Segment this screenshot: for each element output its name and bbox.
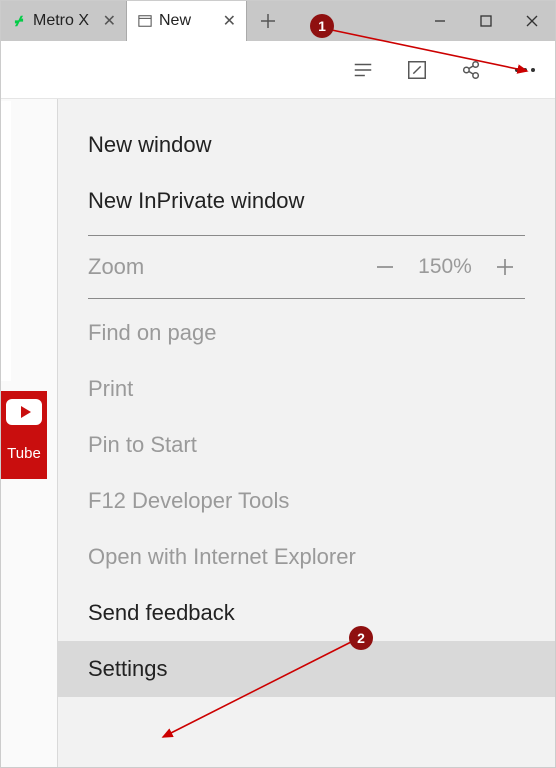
annotation-badge-1: 1	[310, 14, 334, 38]
titlebar: Metro X ✕ New ✕	[1, 1, 555, 41]
zoom-in-button[interactable]	[485, 255, 525, 279]
zoom-value: 150%	[405, 255, 485, 279]
deviantart-icon	[11, 13, 27, 29]
tab-inactive[interactable]: Metro X ✕	[1, 1, 127, 41]
menu-print[interactable]: Print	[58, 361, 555, 417]
close-window-button[interactable]	[509, 1, 555, 41]
menu-new-inprivate[interactable]: New InPrivate window	[58, 173, 555, 229]
toolbar	[1, 41, 555, 99]
new-tab-button[interactable]	[247, 1, 289, 41]
annotation-badge-2: 2	[349, 626, 373, 650]
menu-send-feedback[interactable]: Send feedback	[58, 585, 555, 641]
titlebar-spacer	[289, 1, 417, 41]
zoom-label: Zoom	[88, 254, 365, 280]
youtube-tile[interactable]: Tube	[1, 391, 47, 479]
close-icon[interactable]: ✕	[223, 11, 236, 31]
page-icon	[137, 13, 153, 29]
tab-title-inactive: Metro X	[33, 12, 97, 30]
minimize-button[interactable]	[417, 1, 463, 41]
youtube-label: Tube	[7, 445, 41, 462]
close-icon[interactable]: ✕	[103, 11, 116, 31]
menu-open-ie[interactable]: Open with Internet Explorer	[58, 529, 555, 585]
share-icon[interactable]	[459, 58, 483, 82]
web-note-icon[interactable]	[405, 58, 429, 82]
reading-view-icon[interactable]	[351, 58, 375, 82]
maximize-button[interactable]	[463, 1, 509, 41]
menu-settings[interactable]: Settings	[58, 641, 555, 697]
menu-separator	[88, 235, 525, 236]
window-controls	[417, 1, 555, 41]
menu-find-on-page[interactable]: Find on page	[58, 305, 555, 361]
more-actions-button[interactable]	[513, 58, 537, 82]
page-background-strip	[1, 101, 11, 381]
more-actions-menu: New window New InPrivate window Zoom 150…	[57, 99, 555, 767]
menu-new-window[interactable]: New window	[58, 117, 555, 173]
tab-title-active: New	[159, 12, 217, 30]
menu-pin-to-start[interactable]: Pin to Start	[58, 417, 555, 473]
menu-zoom-row: Zoom 150%	[58, 242, 555, 292]
menu-developer-tools[interactable]: F12 Developer Tools	[58, 473, 555, 529]
play-icon	[6, 399, 42, 425]
zoom-out-button[interactable]	[365, 256, 405, 278]
tab-active[interactable]: New ✕	[127, 1, 247, 41]
menu-separator	[88, 298, 525, 299]
